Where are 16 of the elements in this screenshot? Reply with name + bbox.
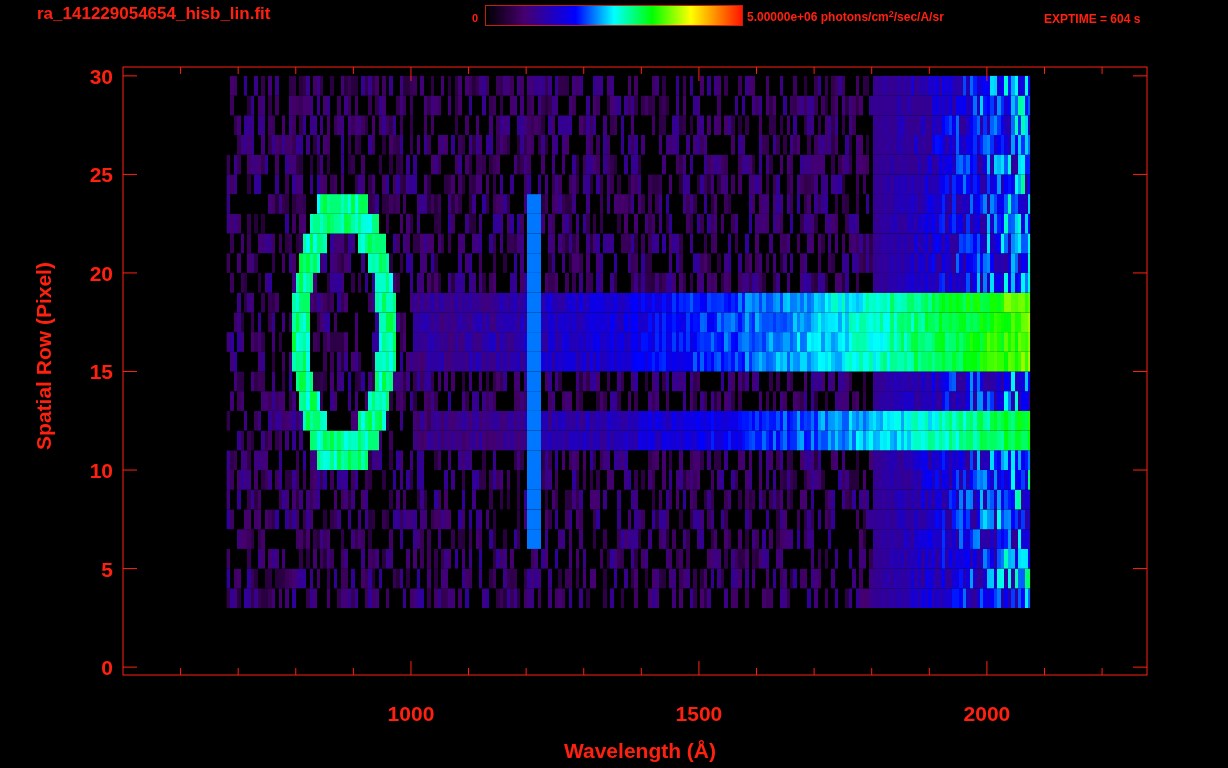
colorbar-max-label: 5.00000e+06 photons/cm$^{2}$/sec/A/sr	[747, 11, 944, 23]
exposure-time: EXPTIME = 604 s	[1044, 13, 1141, 25]
x-tick-label: 1000	[387, 702, 435, 725]
y-axis-label: Spatial Row (Pixel)	[32, 262, 55, 450]
y-tick-label: 0	[101, 656, 113, 680]
x-tick-label: 1500	[675, 702, 723, 725]
y-tick-label: 25	[89, 163, 113, 187]
file-name: ra_141229054654_hisb_lin.fit	[37, 5, 271, 22]
y-tick-label: 10	[89, 459, 113, 483]
y-tick-label: 5	[101, 557, 113, 581]
y-tick-label: 30	[89, 64, 113, 88]
y-tick-label: 20	[89, 261, 113, 285]
x-tick-label: 2000	[963, 702, 1011, 725]
x-axis-label: Wavelength (Å)	[563, 739, 717, 762]
colorbar-min-label: 0	[472, 13, 479, 24]
y-tick-label: 15	[89, 360, 113, 384]
